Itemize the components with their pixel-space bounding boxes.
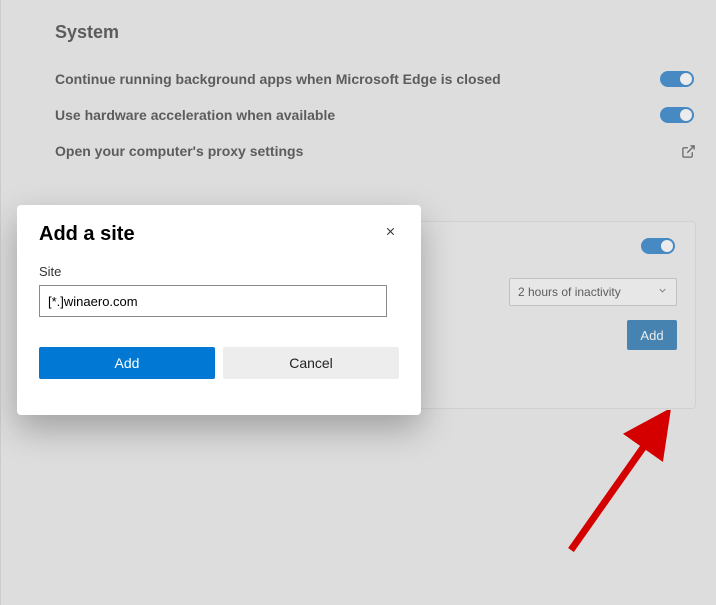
dialog-cancel-button[interactable]: Cancel — [223, 347, 399, 379]
dialog-add-button[interactable]: Add — [39, 347, 215, 379]
site-field-label: Site — [39, 264, 399, 279]
close-icon — [384, 226, 397, 241]
dialog-button-row: Add Cancel — [39, 347, 399, 379]
dialog-header: Add a site — [39, 223, 399, 246]
dialog-title: Add a site — [39, 223, 135, 246]
site-input[interactable] — [39, 285, 387, 317]
dialog-close-button[interactable] — [382, 223, 399, 243]
add-site-dialog: Add a site Site Add Cancel — [17, 205, 421, 415]
